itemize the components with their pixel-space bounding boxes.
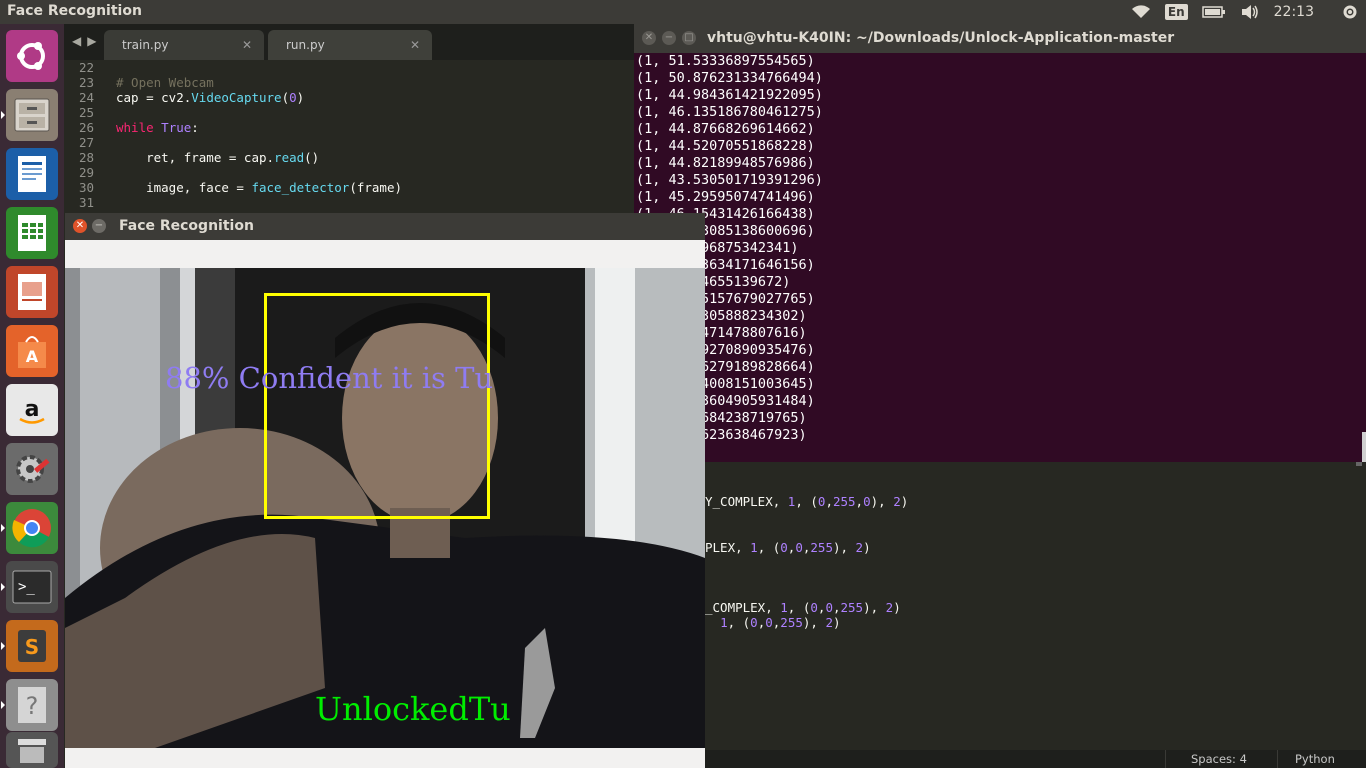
maximize-icon[interactable]: □ bbox=[682, 31, 696, 45]
file-cabinet-icon[interactable] bbox=[1, 89, 58, 141]
confidence-label: 88% Confident it is Tu bbox=[165, 361, 494, 395]
output-line: (1, 50.876231334766494) bbox=[636, 70, 823, 86]
wifi-icon[interactable] bbox=[1131, 4, 1151, 20]
code-line: _COMPLEX, 1, (0,0,255), 2) bbox=[705, 600, 901, 615]
tab-bar: ◀▶ train.py ✕ run.py ✕ bbox=[64, 24, 634, 60]
svg-text:A: A bbox=[26, 347, 39, 366]
tab-nav-arrows[interactable]: ◀▶ bbox=[72, 34, 102, 48]
terminal-window[interactable]: ✕ − □ vhtu@vhtu-K40IN: ~/Downloads/Unloc… bbox=[634, 24, 1366, 462]
editor-status-bar: Spaces: 4 Python bbox=[705, 750, 1366, 768]
editor-scrollbar[interactable] bbox=[1356, 462, 1362, 466]
output-line: (1, 46.135186780461275) bbox=[636, 104, 823, 120]
battery-icon[interactable] bbox=[1201, 5, 1226, 19]
software-bag-icon[interactable]: A bbox=[6, 325, 58, 377]
active-window-title: Face Recognition bbox=[7, 3, 142, 19]
settings-wrench-icon[interactable] bbox=[6, 443, 58, 495]
svg-text:S: S bbox=[25, 635, 39, 659]
tab-label: run.py bbox=[286, 38, 325, 52]
output-line: (1, 44.984361421922095) bbox=[636, 87, 823, 103]
output-line: (1, 51.53336897554565) bbox=[636, 53, 815, 69]
indentation-setting[interactable]: Spaces: 4 bbox=[1191, 752, 1247, 766]
output-line: (1, 43.530501719391296) bbox=[636, 172, 823, 188]
tab-run-py[interactable]: run.py ✕ bbox=[268, 30, 432, 60]
indicator-area: En 22:13 bbox=[1117, 0, 1366, 24]
terminal-scrollbar[interactable] bbox=[1362, 432, 1366, 462]
question-icon[interactable]: ? bbox=[1, 679, 58, 731]
code-line: PLEX, 1, (0,0,255), 2) bbox=[705, 540, 871, 555]
trash-icon[interactable] bbox=[6, 732, 58, 768]
output-line: (1, 44.52070551868228) bbox=[636, 138, 815, 154]
tab-train-py[interactable]: train.py ✕ bbox=[104, 30, 264, 60]
syntax-setting[interactable]: Python bbox=[1295, 752, 1335, 766]
sublime-icon[interactable]: S bbox=[1, 620, 58, 672]
svg-text:>_: >_ bbox=[18, 579, 35, 595]
svg-text:a: a bbox=[25, 397, 40, 422]
volume-icon[interactable] bbox=[1240, 4, 1260, 20]
clock[interactable]: 22:13 bbox=[1274, 4, 1314, 20]
svg-text:?: ? bbox=[26, 692, 39, 720]
close-icon[interactable]: ✕ bbox=[410, 38, 420, 52]
face-window-title: Face Recognition bbox=[119, 218, 254, 234]
writer-document-icon[interactable] bbox=[6, 148, 58, 200]
calc-spreadsheet-icon[interactable] bbox=[6, 207, 58, 259]
top-panel: Face Recognition En 22:13 bbox=[0, 0, 1366, 24]
webcam-frame: 88% Confident it is Tu UnlockedTu bbox=[65, 268, 705, 748]
close-icon[interactable]: ✕ bbox=[242, 38, 252, 52]
keyboard-language-indicator[interactable]: En bbox=[1164, 4, 1188, 20]
unlock-status-label: UnlockedTu bbox=[315, 690, 511, 728]
output-line: (1, 45.29595074741496) bbox=[636, 189, 815, 205]
settings-gear-icon[interactable] bbox=[1342, 4, 1358, 20]
impress-presentation-icon[interactable] bbox=[6, 266, 58, 318]
output-line: (1, 44.87668269614662) bbox=[636, 121, 815, 137]
face-recognition-window[interactable]: ✕ − Face Recognition 88% Confident it is… bbox=[65, 213, 705, 768]
terminal-icon[interactable]: >_ bbox=[1, 561, 58, 613]
minimize-icon[interactable]: − bbox=[92, 219, 106, 233]
chrome-icon[interactable] bbox=[1, 502, 58, 554]
output-line: (1, 44.82189948576986) bbox=[636, 155, 815, 171]
terminal-titlebar[interactable]: ✕ − □ vhtu@vhtu-K40IN: ~/Downloads/Unloc… bbox=[634, 24, 1366, 53]
close-icon[interactable]: ✕ bbox=[73, 219, 87, 233]
close-icon[interactable]: ✕ bbox=[642, 31, 656, 45]
terminal-title: vhtu@vhtu-K40IN: ~/Downloads/Unlock-Appl… bbox=[707, 30, 1175, 46]
unity-launcher: A a >_ S ? bbox=[0, 24, 64, 768]
code-line: 1, (0,0,255), 2) bbox=[720, 615, 841, 630]
amazon-icon[interactable]: a bbox=[6, 384, 58, 436]
minimize-icon[interactable]: − bbox=[662, 31, 676, 45]
face-window-titlebar[interactable]: ✕ − Face Recognition bbox=[65, 213, 705, 240]
code-area-lower[interactable]: Y_COMPLEX, 1, (0,255,0), 2) PLEX, 1, (0,… bbox=[705, 462, 1366, 750]
tab-label: train.py bbox=[122, 38, 169, 52]
code-line: Y_COMPLEX, 1, (0,255,0), 2) bbox=[705, 494, 909, 509]
face-detection-box bbox=[264, 293, 490, 519]
ubuntu-logo-icon[interactable] bbox=[6, 30, 58, 82]
